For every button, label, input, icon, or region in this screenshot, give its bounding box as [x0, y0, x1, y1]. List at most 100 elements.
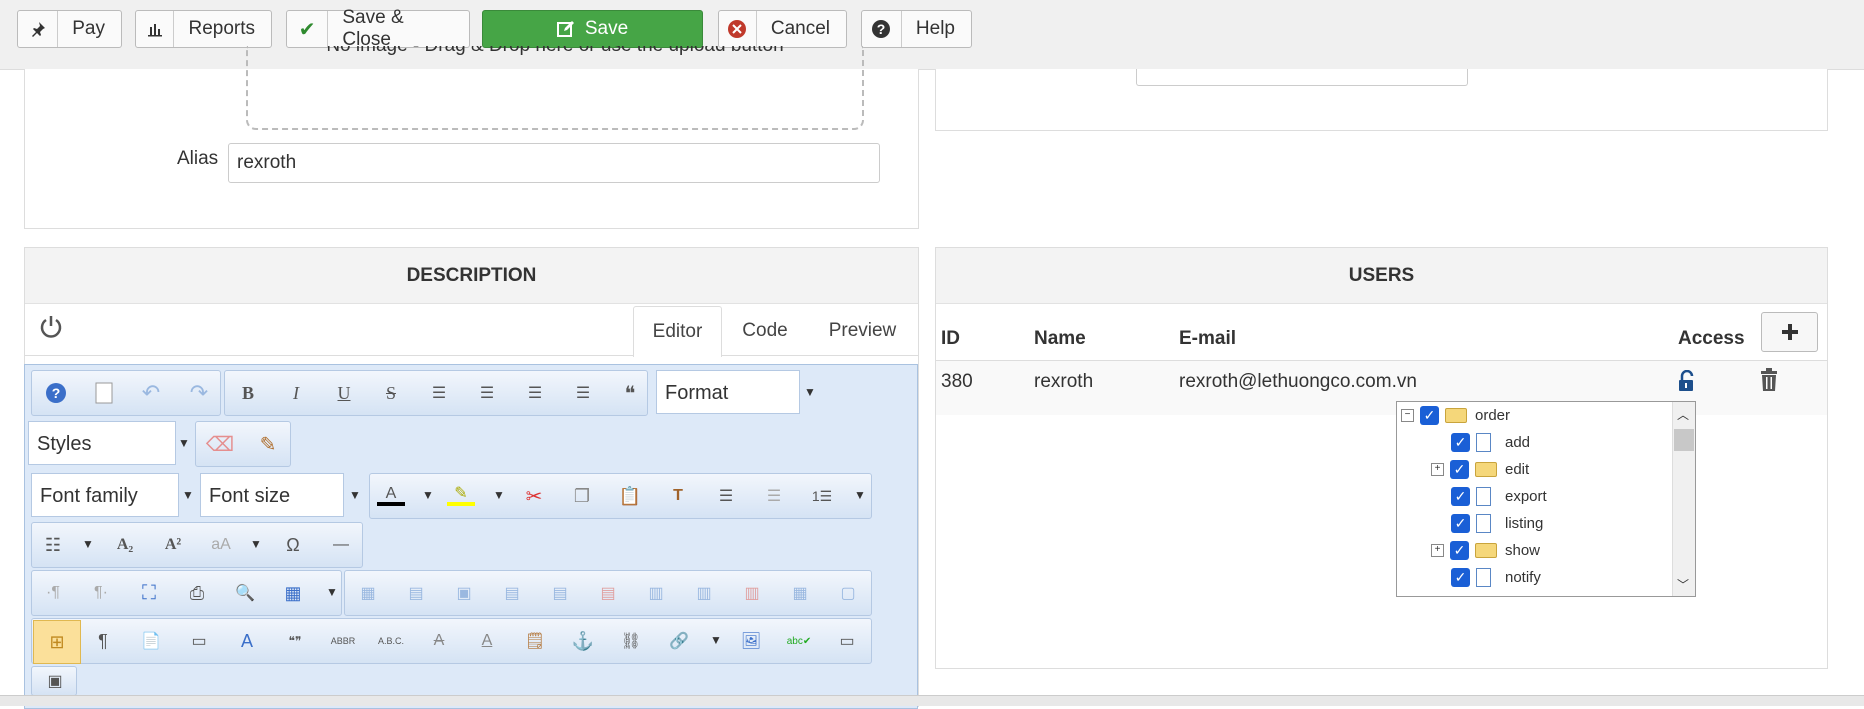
- delete-column-icon[interactable]: ▥: [734, 575, 770, 611]
- checkbox-checked-icon[interactable]: ✓: [1420, 406, 1439, 425]
- italic-icon[interactable]: I: [278, 375, 314, 411]
- checkbox-checked-icon[interactable]: ✓: [1451, 487, 1470, 506]
- strikethrough-icon[interactable]: S: [373, 375, 409, 411]
- highlight-dropdown-arrow-icon[interactable]: ▼: [489, 473, 509, 517]
- scrollbar-thumb[interactable]: [1674, 429, 1694, 451]
- delete-row-icon[interactable]: ▤: [590, 575, 626, 611]
- tree-node-notify[interactable]: ✓ notify: [1451, 564, 1541, 591]
- paste-text-icon[interactable]: T: [660, 478, 696, 514]
- styles-dropdown-arrow-icon[interactable]: ▼: [174, 421, 194, 465]
- copy-icon[interactable]: ❐: [564, 478, 600, 514]
- align-right-icon[interactable]: ☰: [565, 375, 601, 411]
- checkbox-checked-icon[interactable]: ✓: [1450, 541, 1469, 560]
- image-icon[interactable]: 🖼: [733, 623, 769, 659]
- insert-row-after-icon[interactable]: ▤: [542, 575, 578, 611]
- media-icon[interactable]: ▭: [829, 623, 865, 659]
- cancel-button[interactable]: Cancel: [718, 10, 847, 48]
- source-code-icon[interactable]: ▣: [37, 668, 73, 694]
- tree-node-show[interactable]: + ✓ show: [1431, 537, 1540, 564]
- template-icon[interactable]: 📄: [133, 623, 169, 659]
- subscript-icon[interactable]: A₂: [107, 527, 143, 563]
- link-icon[interactable]: 🔗: [661, 623, 697, 659]
- format-select[interactable]: Format: [656, 370, 800, 414]
- pay-button[interactable]: Pay: [17, 10, 122, 48]
- special-character-icon[interactable]: Ω: [275, 527, 311, 563]
- table-delete-icon[interactable]: ▦: [350, 575, 386, 611]
- insert-row-before-icon[interactable]: ▤: [494, 575, 530, 611]
- attributes-icon[interactable]: 🗒: [517, 623, 553, 659]
- insertion-icon[interactable]: A: [469, 623, 505, 659]
- tree-node-add[interactable]: ✓ add: [1451, 429, 1530, 456]
- redo-icon[interactable]: ↷: [181, 375, 217, 411]
- fullscreen-icon[interactable]: ⛶: [131, 575, 167, 611]
- chevron-down-icon[interactable]: ﹀: [1677, 576, 1689, 593]
- link-dropdown-arrow-icon[interactable]: ▼: [706, 618, 726, 662]
- alias-input[interactable]: [228, 143, 880, 183]
- checkbox-checked-icon[interactable]: ✓: [1450, 460, 1469, 479]
- table-dropdown-arrow-icon[interactable]: ▼: [322, 570, 342, 614]
- print-icon[interactable]: ⎙: [179, 575, 215, 611]
- change-case-icon[interactable]: aA: [203, 527, 239, 563]
- ltr-direction-icon[interactable]: ·¶: [35, 575, 71, 611]
- tab-preview[interactable]: Preview: [815, 306, 910, 356]
- collapse-icon[interactable]: −: [1401, 409, 1414, 422]
- page-break-icon[interactable]: ▭: [181, 623, 217, 659]
- tree-node-edit[interactable]: + ✓ edit: [1431, 456, 1529, 483]
- reports-button[interactable]: Reports: [135, 10, 272, 48]
- unlock-icon[interactable]: [1676, 369, 1698, 397]
- checkbox-checked-icon[interactable]: ✓: [1451, 568, 1470, 587]
- align-center-icon[interactable]: ☰: [469, 375, 505, 411]
- underline-icon[interactable]: U: [326, 375, 362, 411]
- show-blocks-icon[interactable]: ¶: [85, 623, 121, 659]
- table-cell-props-icon[interactable]: ▣: [446, 575, 482, 611]
- bullet-list-icon[interactable]: ☷: [35, 527, 71, 563]
- unlink-icon[interactable]: ⛓: [613, 623, 649, 659]
- align-left-icon[interactable]: ☰: [517, 375, 553, 411]
- citation-icon[interactable]: ❝❞: [277, 623, 313, 659]
- bullet-list-dropdown-arrow-icon[interactable]: ▼: [78, 522, 98, 566]
- table-icon[interactable]: ▦: [275, 575, 311, 611]
- eraser-icon[interactable]: ⌫: [202, 426, 238, 462]
- tree-scrollbar[interactable]: ︿ ﹀: [1672, 402, 1695, 596]
- insert-column-after-icon[interactable]: ▥: [686, 575, 722, 611]
- tree-node-listing[interactable]: ✓ listing: [1451, 510, 1543, 537]
- help-button[interactable]: ? Help: [861, 10, 972, 48]
- format-dropdown-arrow-icon[interactable]: ▼: [800, 370, 820, 414]
- spellcheck-icon[interactable]: abc✔: [781, 623, 817, 659]
- trash-icon[interactable]: [1759, 368, 1779, 397]
- numbered-list-icon[interactable]: 1☰: [804, 478, 840, 514]
- font-size-dropdown-arrow-icon[interactable]: ▼: [345, 473, 365, 517]
- save-close-button[interactable]: ✔ Save & Close: [286, 7, 470, 50]
- styles-select[interactable]: Styles: [28, 421, 176, 465]
- justify-icon[interactable]: ☰: [421, 375, 457, 411]
- acronym-icon[interactable]: A.B.C.: [373, 623, 409, 659]
- expand-icon[interactable]: +: [1431, 544, 1444, 557]
- text-color-dropdown-arrow-icon[interactable]: ▼: [418, 473, 438, 517]
- checkbox-checked-icon[interactable]: ✓: [1451, 514, 1470, 533]
- paste-icon[interactable]: 📋: [612, 478, 648, 514]
- font-family-dropdown-arrow-icon[interactable]: ▼: [178, 473, 198, 517]
- styles-icon[interactable]: A: [229, 623, 265, 659]
- tree-node-order[interactable]: − ✓ order: [1401, 402, 1510, 429]
- rtl-direction-icon[interactable]: ¶·: [83, 575, 119, 611]
- cleanup-brush-icon[interactable]: ✎: [250, 426, 286, 462]
- change-case-dropdown-arrow-icon[interactable]: ▼: [246, 522, 266, 566]
- image-dropzone[interactable]: No image - Drag & Drop here or use the u…: [246, 46, 864, 130]
- expand-icon[interactable]: +: [1431, 463, 1444, 476]
- top-right-input[interactable]: [1136, 69, 1468, 86]
- superscript-icon[interactable]: A²: [155, 527, 191, 563]
- cut-icon[interactable]: ✂: [516, 478, 552, 514]
- abbreviation-icon[interactable]: ABBR: [325, 623, 361, 659]
- visual-aid-icon[interactable]: ⊞: [33, 620, 81, 664]
- outdent-icon[interactable]: ☰: [756, 478, 792, 514]
- new-document-icon[interactable]: [86, 375, 122, 411]
- chevron-up-icon[interactable]: ︿: [1677, 406, 1689, 423]
- tree-node-export[interactable]: ✓ export: [1451, 483, 1547, 510]
- tab-editor[interactable]: Editor: [633, 306, 722, 357]
- deletion-icon[interactable]: A: [421, 623, 457, 659]
- numbered-list-dropdown-arrow-icon[interactable]: ▼: [850, 473, 870, 517]
- font-family-select[interactable]: Font family: [31, 473, 179, 517]
- search-icon[interactable]: 🔍: [227, 575, 263, 611]
- font-size-select[interactable]: Font size: [200, 473, 344, 517]
- insert-column-before-icon[interactable]: ▥: [638, 575, 674, 611]
